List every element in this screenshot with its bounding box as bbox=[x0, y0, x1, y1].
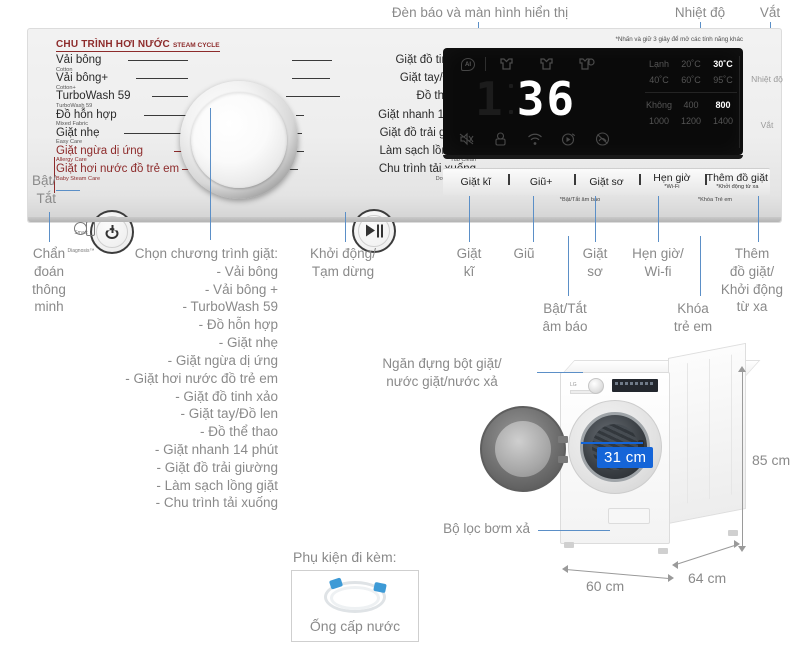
machine-foot bbox=[658, 548, 668, 554]
callout-power: Bật/ Tắt bbox=[31, 173, 56, 206]
machine-control-panel: LG bbox=[568, 378, 664, 394]
dim-width-label: 60 cm bbox=[586, 578, 625, 594]
callout-smart-diagnosis: Chẩn đoán thông minh bbox=[32, 246, 66, 315]
accessory-caption: Ống cấp nước bbox=[309, 618, 401, 634]
button-hen-gio[interactable]: Hẹn giờ *Wi-Fi bbox=[639, 169, 704, 195]
leader-khoa-tre-em bbox=[700, 236, 701, 296]
play-pause-icon bbox=[366, 224, 383, 238]
ai-icon: AI bbox=[461, 58, 475, 71]
wifi-icon bbox=[527, 133, 543, 151]
leader-smart-diagnosis bbox=[49, 212, 50, 242]
leader-power bbox=[56, 190, 80, 191]
dim-height-arrow-top bbox=[738, 366, 746, 372]
callout-detergent-drawer: Ngăn đựng bột giặt/ nước giặt/nước xả bbox=[382, 356, 502, 389]
remote-start-icon bbox=[561, 132, 576, 151]
leader-giat-ki bbox=[469, 196, 470, 242]
leader-giu bbox=[533, 196, 534, 242]
cycle-item[interactable]: Giặt hơi nước đồ trẻ em Baby Steam Care bbox=[56, 164, 206, 182]
callout-them-do-giat: Thêm đồ giặt/ Khởi động từ xa bbox=[720, 246, 784, 315]
machine-foot bbox=[564, 542, 574, 548]
brace-am-bao: *Bật/Tắt âm báo bbox=[559, 197, 601, 203]
open-door bbox=[480, 406, 566, 492]
shirt-icon bbox=[499, 58, 514, 71]
brace-khoa-tre-em: *Khóa Trẻ em bbox=[697, 197, 733, 203]
no-spin-icon bbox=[595, 132, 610, 151]
spin-option[interactable]: Không bbox=[643, 100, 675, 110]
cycle-item[interactable]: Vải bông+ Cotton+ bbox=[56, 73, 206, 91]
callout-display: Đèn báo và màn hình hiển thị bbox=[391, 5, 569, 20]
pump-filter-cover bbox=[608, 508, 650, 524]
temp-option[interactable]: 40˚C bbox=[643, 75, 675, 85]
accessory-title: Phụ kiện đi kèm: bbox=[293, 549, 397, 565]
panel-note: *Nhấn và giữ 3 giây để mở các tính năng … bbox=[615, 36, 743, 43]
callout-start-pause: Khởi động/ Tạm dừng bbox=[310, 246, 376, 279]
callout-giat-ki: Giặt kĩ bbox=[456, 246, 482, 279]
button-giat-ki[interactable]: Giặt kĩ bbox=[443, 169, 508, 195]
callout-hen-gio: Hẹn giờ/ Wi-fi bbox=[632, 246, 684, 279]
divider bbox=[485, 57, 486, 71]
door-hinge bbox=[558, 436, 568, 443]
leader-start-pause bbox=[345, 212, 346, 242]
shirt-icon bbox=[539, 58, 554, 71]
machine-display bbox=[612, 379, 658, 392]
steam-cycle-heading: CHU TRÌNH HƠI NƯỚC STEAM CYCLE bbox=[56, 39, 220, 52]
callout-pump-filter: Bộ lọc bơm xả bbox=[443, 521, 530, 536]
display-status-icons-bottom bbox=[455, 132, 635, 148]
temp-option[interactable]: Lạnh bbox=[643, 59, 675, 69]
machine-foot bbox=[728, 530, 738, 536]
child-lock-icon bbox=[493, 132, 508, 151]
dim-depth-arrow-right bbox=[734, 540, 740, 548]
infographic-canvas: Đèn báo và màn hình hiển thị Nhiệt độ Vắ… bbox=[0, 0, 800, 659]
callout-program-select: Chọn chương trình giặt: - Vải bông - Vải… bbox=[125, 246, 278, 511]
display-status-icons-top: AI bbox=[455, 57, 620, 73]
machine-knob bbox=[588, 378, 604, 394]
digit-value: 36 bbox=[516, 72, 577, 126]
temperature-label[interactable]: Nhiệt độ bbox=[745, 74, 789, 84]
callout-temperature: Nhiệt độ bbox=[674, 5, 726, 20]
digit-colon bbox=[508, 84, 513, 114]
leader-detergent-drawer bbox=[537, 372, 583, 373]
leader-hen-gio bbox=[658, 196, 659, 242]
leader-am-bao bbox=[568, 236, 569, 296]
callout-giu: Giũ bbox=[513, 246, 535, 261]
leader-program-select bbox=[210, 108, 211, 240]
dim-width-arrow-left bbox=[562, 565, 568, 573]
callout-giat-so: Giặt sơ bbox=[582, 246, 608, 279]
door-width-arrow bbox=[581, 442, 643, 444]
button-them-do-giat[interactable]: Thêm đồ giặt *Khởi động từ xa bbox=[704, 169, 770, 195]
leader-them-do-giat bbox=[758, 196, 759, 242]
button-giu-plus[interactable]: Giũ+ bbox=[508, 169, 573, 195]
led-display: AI 1 36 Lạnh 20˚C 30˚C 40˚C 60˚C 95˚C Kh… bbox=[443, 48, 783, 159]
digit-leading: 1 bbox=[475, 72, 505, 126]
power-icon bbox=[105, 225, 119, 239]
display-side-labels: Nhiệt độ Vắt bbox=[701, 48, 783, 155]
brand-logo: LG bbox=[570, 382, 577, 388]
callout-am-bao: Bật/Tắt âm báo bbox=[542, 301, 588, 334]
button-giat-so[interactable]: Giặt sơ bbox=[573, 169, 639, 195]
water-hose-image bbox=[318, 577, 394, 619]
door-width-badge: 31 cm bbox=[597, 447, 654, 468]
leader-giat-so bbox=[595, 196, 596, 242]
touch-button-row: Giặt kĩ Giũ+ Giặt sơ Hẹn giờ *Wi-Fi Thêm… bbox=[443, 168, 770, 195]
dim-depth-label: 64 cm bbox=[688, 570, 727, 586]
mute-icon bbox=[459, 132, 474, 151]
program-selector-knob[interactable] bbox=[180, 81, 298, 199]
cycle-item[interactable]: Vải bông Cotton bbox=[56, 54, 206, 73]
display-digits: 1 36 bbox=[475, 76, 576, 122]
dim-height-label: 85 cm bbox=[752, 452, 791, 468]
cycle-item[interactable]: TurboWash 59 TurboWash 59 bbox=[56, 91, 206, 109]
dim-height-line bbox=[742, 370, 743, 546]
leader-pump-filter bbox=[538, 530, 610, 531]
callout-spin: Vắt bbox=[759, 5, 781, 20]
dim-width-arrow-right bbox=[668, 574, 674, 582]
door-hinge bbox=[558, 456, 568, 463]
shirt-clock-icon bbox=[579, 58, 595, 71]
spin-option[interactable]: 1000 bbox=[643, 116, 675, 126]
dim-depth-arrow-left bbox=[672, 561, 678, 569]
callout-khoa-tre-em: Khóa trẻ em bbox=[673, 301, 713, 334]
spin-label[interactable]: Vắt bbox=[745, 120, 789, 130]
machine-side-panel bbox=[668, 342, 746, 524]
